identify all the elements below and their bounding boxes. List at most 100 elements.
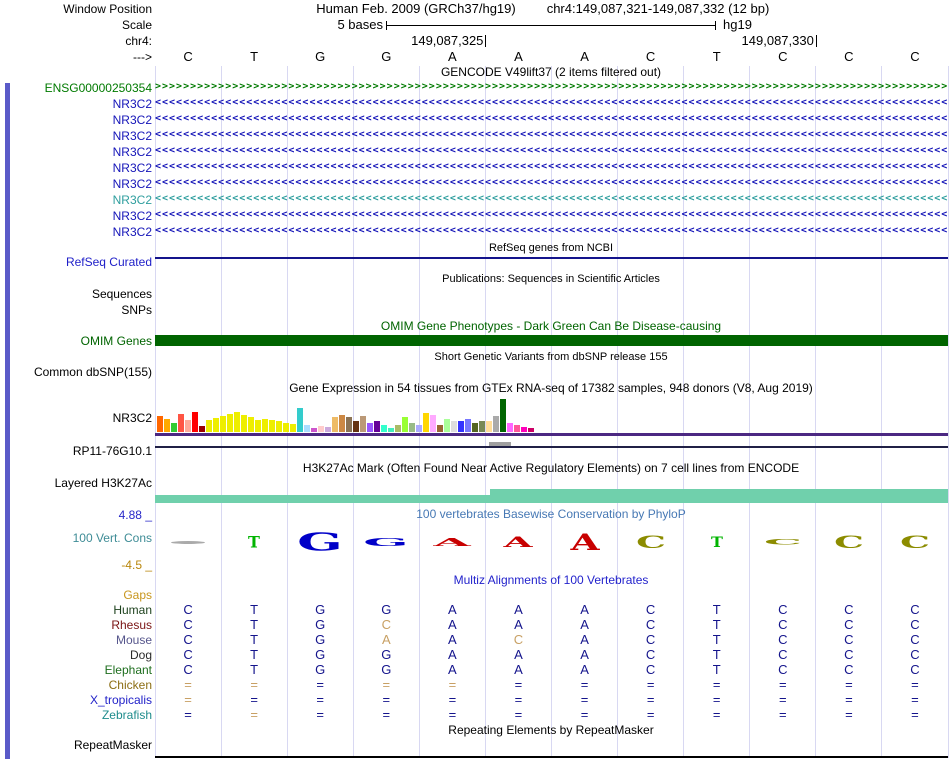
conservation-track-label[interactable]: 100 Vert. Cons [0,531,152,545]
gene-strand-arrows[interactable]: >>>>>>>>>>>>>>>>>>>>>>>>>>>>>>>>>>>>>>>>… [155,81,948,95]
gene-label[interactable]: NR3C2 [0,193,152,207]
gtex-expression-bar[interactable] [213,418,219,432]
gtex-expression-bar[interactable] [178,414,184,432]
species-label[interactable]: Human [0,603,152,617]
alignment-base: G [315,662,326,677]
gtex-expression-bar[interactable] [234,412,240,432]
gtex-expression-bar[interactable] [374,421,380,432]
gtex-expression-bar[interactable] [395,425,401,432]
gene-strand-arrows[interactable]: <<<<<<<<<<<<<<<<<<<<<<<<<<<<<<<<<<<<<<<<… [155,193,948,207]
gtex-expression-bar[interactable] [402,417,408,432]
alignment-base: = [382,707,391,722]
gtex-expression-bar[interactable] [297,408,303,432]
gtex-expression-bar[interactable] [255,420,261,432]
gene-strand-arrows[interactable]: <<<<<<<<<<<<<<<<<<<<<<<<<<<<<<<<<<<<<<<<… [155,97,948,111]
gene-strand-arrows[interactable]: <<<<<<<<<<<<<<<<<<<<<<<<<<<<<<<<<<<<<<<<… [155,225,948,239]
gtex-expression-bar[interactable] [185,420,191,432]
gtex-expression-bar[interactable] [171,423,177,432]
species-label[interactable]: Elephant [0,663,152,677]
gtex-expression-bar[interactable] [262,419,268,432]
gtex-expression-bar[interactable] [437,425,443,432]
sequences-track-label[interactable]: Sequences [0,287,152,301]
gtex-expression-bar[interactable] [388,428,394,432]
gtex-expression-bar[interactable] [290,424,296,432]
omim-gene-item[interactable] [155,335,948,346]
gtex-expression-bar[interactable] [311,428,317,432]
gtex-expression-bar[interactable] [500,399,506,432]
refseq-curated-item[interactable] [155,257,948,259]
gtex-expression-bar[interactable] [521,427,527,432]
gtex-expression-bar[interactable] [199,426,205,432]
gtex-expression-bar[interactable] [220,416,226,432]
rp11-gene-label[interactable]: RP11-76G10.1 [0,444,152,458]
gene-strand-arrows[interactable]: <<<<<<<<<<<<<<<<<<<<<<<<<<<<<<<<<<<<<<<<… [155,145,948,159]
gtex-expression-bar[interactable] [304,425,310,432]
gtex-expression-bar[interactable] [360,416,366,432]
alignment-base: A [514,662,523,677]
gtex-expression-bar[interactable] [339,415,345,432]
gtex-expression-bar[interactable] [269,420,275,432]
gtex-gene-label[interactable]: NR3C2 [0,411,152,425]
gene-strand-arrows[interactable]: <<<<<<<<<<<<<<<<<<<<<<<<<<<<<<<<<<<<<<<<… [155,209,948,223]
gene-strand-arrows[interactable]: <<<<<<<<<<<<<<<<<<<<<<<<<<<<<<<<<<<<<<<<… [155,161,948,175]
gtex-expression-bar[interactable] [458,421,464,432]
gtex-expression-bar[interactable] [192,412,198,432]
gtex-expression-bar[interactable] [283,423,289,432]
gtex-expression-bar[interactable] [444,419,450,432]
gtex-expression-bar[interactable] [353,421,359,432]
gtex-expression-bar[interactable] [318,426,324,432]
gene-strand-arrows[interactable]: <<<<<<<<<<<<<<<<<<<<<<<<<<<<<<<<<<<<<<<<… [155,113,948,127]
gtex-expression-bar[interactable] [248,417,254,432]
gene-label[interactable]: NR3C2 [0,145,152,159]
h3k27ac-track-label[interactable]: Layered H3K27Ac [0,476,152,490]
species-label[interactable]: X_tropicalis [0,693,152,707]
gene-label[interactable]: NR3C2 [0,129,152,143]
gtex-expression-bar[interactable] [479,421,485,432]
omim-genes-label[interactable]: OMIM Genes [0,334,152,348]
gene-strand-arrows[interactable]: <<<<<<<<<<<<<<<<<<<<<<<<<<<<<<<<<<<<<<<<… [155,129,948,143]
snps-track-label[interactable]: SNPs [0,303,152,317]
gtex-expression-bar[interactable] [409,423,415,432]
repeatmasker-track-label[interactable]: RepeatMasker [0,738,152,752]
gene-label[interactable]: NR3C2 [0,225,152,239]
gtex-expression-bar[interactable] [276,421,282,432]
gtex-expression-bar[interactable] [451,421,457,432]
species-label[interactable]: Zebrafish [0,708,152,722]
rp11-gene-line[interactable] [155,446,948,448]
gene-label[interactable]: NR3C2 [0,209,152,223]
gtex-expression-bar[interactable] [430,415,436,432]
gtex-expression-bar[interactable] [157,416,163,432]
gene-label[interactable]: NR3C2 [0,97,152,111]
gtex-expression-bar[interactable] [381,425,387,432]
gtex-expression-bar[interactable] [206,420,212,432]
dbsnp-track-label[interactable]: Common dbSNP(155) [0,365,152,379]
gtex-expression-bar[interactable] [528,428,534,432]
species-label[interactable]: Dog [0,648,152,662]
gene-label[interactable]: NR3C2 [0,161,152,175]
gtex-expression-bar[interactable] [227,414,233,432]
species-label[interactable]: Chicken [0,678,152,692]
gene-label[interactable]: ENSG00000250354 [0,81,152,95]
gtex-expression-bar[interactable] [416,425,422,432]
gene-strand-arrows[interactable]: <<<<<<<<<<<<<<<<<<<<<<<<<<<<<<<<<<<<<<<<… [155,177,948,191]
gtex-expression-bar[interactable] [472,423,478,432]
gtex-expression-bar[interactable] [507,423,513,432]
gtex-expression-bar[interactable] [423,413,429,432]
gtex-expression-bar[interactable] [325,427,331,432]
gene-label[interactable]: NR3C2 [0,177,152,191]
alignment-base: T [250,647,259,662]
species-label[interactable]: Rhesus [0,618,152,632]
gtex-expression-bar[interactable] [164,419,170,432]
refseq-curated-label[interactable]: RefSeq Curated [0,255,152,269]
gtex-expression-bar[interactable] [514,425,520,432]
gencode-track-title: GENCODE V49lift37 (2 items filtered out) [440,65,662,79]
gtex-expression-bar[interactable] [332,417,338,432]
gtex-expression-bar[interactable] [486,421,492,432]
gtex-expression-bar[interactable] [465,419,471,432]
species-label[interactable]: Mouse [0,633,152,647]
gtex-expression-bar[interactable] [367,423,373,432]
gtex-expression-bar[interactable] [346,417,352,432]
gene-label[interactable]: NR3C2 [0,113,152,127]
gtex-expression-bar[interactable] [241,415,247,432]
gtex-expression-bar[interactable] [493,416,499,432]
